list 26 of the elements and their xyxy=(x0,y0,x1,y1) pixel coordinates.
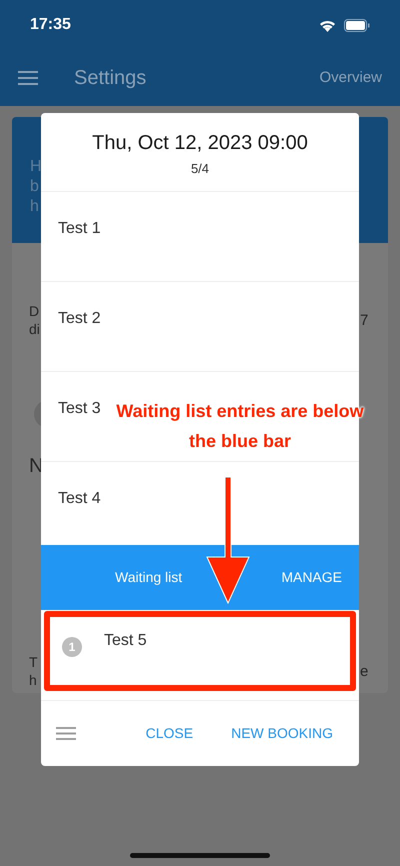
booking-name[interactable]: Test 4 xyxy=(58,490,101,507)
status-time: 17:35 xyxy=(30,15,71,35)
dialog-subtitle: 5/4 xyxy=(190,160,210,178)
card-text: e xyxy=(360,663,368,681)
waiting-name: Test 5 xyxy=(104,631,147,649)
menu-icon[interactable] xyxy=(56,727,76,740)
annotation-text: Waiting list entries are below the blue bar xyxy=(115,400,365,453)
app-title: Settings xyxy=(74,66,146,91)
booking-name[interactable]: Test 3 xyxy=(58,400,101,417)
card-text: di xyxy=(29,320,40,338)
card-text: 7 xyxy=(360,312,368,330)
card-subtitle: H xyxy=(30,157,42,177)
card-text: D xyxy=(29,302,40,320)
booking-name[interactable]: Test 2 xyxy=(58,310,101,327)
menu-icon[interactable] xyxy=(18,71,38,85)
position-badge: 1 xyxy=(62,637,82,657)
wifi-icon xyxy=(319,18,336,32)
booking-name[interactable]: Test 1 xyxy=(58,220,101,237)
card-subtitle: b xyxy=(30,177,39,197)
waiting-list-label: Waiting list xyxy=(115,568,182,587)
card-subtitle: h xyxy=(30,197,39,217)
card-text: T xyxy=(29,653,38,671)
waiting-item[interactable]: 1 Test 5 xyxy=(44,611,356,691)
card-text: h xyxy=(29,671,37,689)
dialog-title: Thu, Oct 12, 2023 09:00 xyxy=(92,131,308,155)
battery-icon xyxy=(344,18,370,32)
